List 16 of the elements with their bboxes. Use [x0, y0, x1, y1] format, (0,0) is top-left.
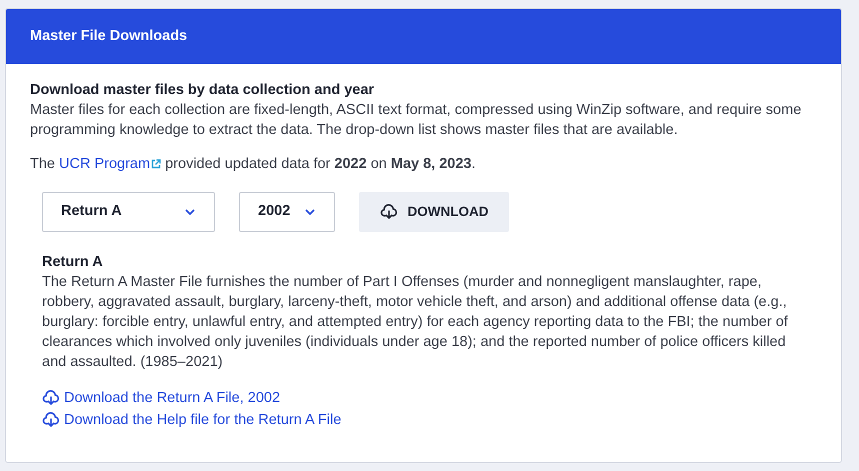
cloud-download-icon: [42, 389, 60, 407]
section-heading: Download master files by data collection and year: [30, 81, 376, 100]
cloud-download-icon: [380, 203, 398, 221]
download-button[interactable]: DOWNLOAD: [359, 192, 509, 232]
update-note: The UCR Program provided updated data for 2022 on May 8, 2023.: [30, 154, 477, 174]
cloud-download-icon: [42, 411, 60, 429]
intro-paragraph: Master files for each collection are fixed-length, ASCII text format, compressed using WinZip software, and require some programming knowledge to extract the data. The drop-down list shows master files that are available.: [30, 101, 802, 140]
collection-select[interactable]: Return A: [42, 192, 215, 232]
description-heading: Return A: [42, 253, 104, 272]
download-link[interactable]: Download the Help file for the Return A File: [42, 410, 821, 430]
ucr-program-link[interactable]: UCR Program: [59, 154, 162, 174]
external-link-icon: [151, 159, 162, 169]
card-title: Master File Downloads: [30, 26, 188, 46]
download-link[interactable]: Download the Return A File, 2002: [42, 388, 821, 408]
year-select[interactable]: 2002: [239, 192, 335, 232]
description-paragraph: The Return A Master File furnishes the number of Part I Offenses (murder and nonnegligent manslaughter, rape, robbery, aggravated assault, burglary, larceny-theft, motor vehicle theft, and arson) and additional offense data (e.g., burglary: forcible entry, unlawful entry, and attempted entry) for each agency reporting data to the FBI; the number of clearances which involved only juveniles (individuals under age 18); and the reported number of police officers killed and assaulted. (1985–2021): [42, 273, 789, 372]
